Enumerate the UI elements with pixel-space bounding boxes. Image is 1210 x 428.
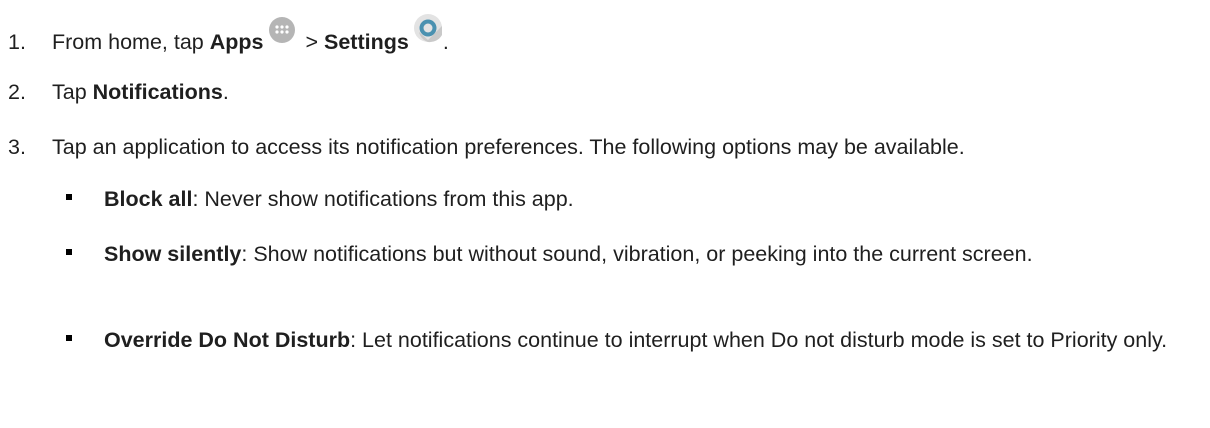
period: . [222, 80, 229, 104]
notifications-label: Notifications [92, 80, 223, 104]
step-3: 3. Tap an application to access its notif… [8, 135, 965, 160]
step-text: Tap [52, 80, 93, 104]
option-block-all: Block all: Never show notifications from… [66, 185, 1186, 214]
option-description: : Never show notifications from this app… [192, 187, 574, 211]
option-show-silently: Show silently: Show notifications but wi… [66, 240, 1186, 269]
option-description: : Show notifications but without sound, … [241, 242, 1033, 266]
step-1: 1. From home, tap Apps > Settings. [8, 14, 449, 55]
option-title: Show silently [104, 242, 242, 266]
bullet-icon [66, 335, 72, 341]
settings-icon [413, 13, 443, 43]
bullet-icon [66, 194, 72, 200]
step-text: Tap an application to access its notific… [52, 135, 965, 159]
apps-icon [269, 17, 296, 43]
option-title: Override Do Not Disturb [104, 328, 351, 352]
settings-label: Settings [324, 30, 409, 54]
period: . [442, 30, 449, 54]
step-number: 3. [8, 135, 26, 159]
option-description: : Let notifications continue to interrup… [350, 328, 1168, 352]
step-number: 1. [8, 30, 26, 54]
separator: > [299, 30, 324, 54]
bullet-icon [66, 249, 72, 255]
option-title: Block all [104, 187, 193, 211]
option-override-dnd: Override Do Not Disturb: Let notificatio… [66, 326, 1186, 355]
apps-label: Apps [209, 30, 264, 54]
step-2: 2. Tap Notifications. [8, 80, 229, 105]
step-text: From home, tap [52, 30, 210, 54]
step-number: 2. [8, 80, 26, 104]
